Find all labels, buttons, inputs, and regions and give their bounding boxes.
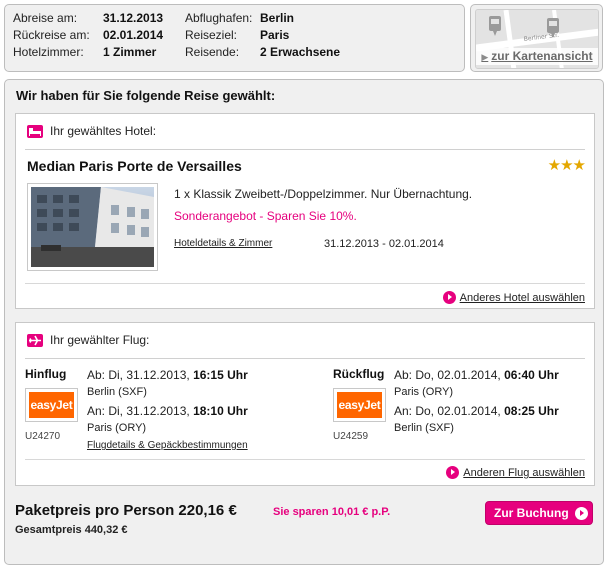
flight-section-title: Ihr gewählter Flug: bbox=[50, 333, 150, 347]
easyjet-logo: easyJet bbox=[337, 392, 382, 418]
airline-logo: easyJet bbox=[333, 388, 386, 422]
outbound-label: Hinflug bbox=[25, 367, 67, 381]
book-button[interactable]: Zur Buchung bbox=[485, 501, 593, 525]
hotel-photo[interactable] bbox=[27, 183, 158, 271]
flight-number: U24270 bbox=[25, 431, 61, 442]
departure-value: 31.12.2013 bbox=[103, 11, 164, 25]
inbound-label: Rückflug bbox=[333, 367, 385, 381]
bed-icon bbox=[27, 125, 43, 138]
divider bbox=[25, 283, 585, 284]
triangle-right-icon: ▶ bbox=[481, 52, 489, 62]
easyjet-logo: easyJet bbox=[29, 392, 74, 418]
arrow-circle-icon bbox=[574, 507, 588, 520]
hotel-details-link[interactable]: Hoteldetails & Zimmer bbox=[174, 238, 272, 249]
hotel-dates: 31.12.2013 - 02.01.2014 bbox=[324, 238, 444, 250]
rooms-value: 1 Zimmer bbox=[103, 45, 157, 59]
flight-panel-header: Ihr gewählter Flug: bbox=[25, 323, 585, 359]
special-offer: Sonderangebot - Sparen Sie 10%. bbox=[174, 209, 357, 223]
divider bbox=[25, 459, 585, 460]
airport-value: Berlin bbox=[260, 11, 295, 25]
arrival-city: Paris (ORY) bbox=[87, 422, 147, 434]
departure-line: Ab: Do, 02.01.2014, 06:40 Uhr bbox=[394, 368, 559, 382]
map-box: Berliner Str. ▶ zur Kartenansicht bbox=[470, 4, 603, 72]
room-description: 1 x Klassik Zweibett-/Doppelzimmer. Nur … bbox=[174, 187, 473, 201]
page-title: Wir haben für Sie folgende Reise gewählt… bbox=[16, 88, 276, 103]
departure-line: Ab: Di, 31.12.2013, 16:15 Uhr bbox=[87, 368, 248, 382]
arrow-circle-icon bbox=[442, 291, 456, 304]
airport-label: Abflughafen: bbox=[185, 11, 253, 25]
trip-selection-box: Wir haben für Sie folgende Reise gewählt… bbox=[4, 79, 604, 565]
airplane-icon bbox=[27, 334, 43, 347]
arrival-line: An: Di, 31.12.2013, 18:10 Uhr bbox=[87, 404, 248, 418]
airline-logo: easyJet bbox=[25, 388, 78, 422]
departure-city: Paris (ORY) bbox=[394, 386, 454, 398]
hotel-panel-header: Ihr gewähltes Hotel: bbox=[25, 114, 585, 150]
travellers-label: Reisende: bbox=[185, 45, 240, 59]
destination-label: Reiseziel: bbox=[185, 28, 238, 42]
flight-details-link[interactable]: Flugdetails & Gepäckbestimmungen bbox=[87, 440, 248, 451]
outbound-flight: Hinflug easyJet U24270 Ab: Di, 31.12.201… bbox=[25, 367, 325, 477]
hotel-image bbox=[31, 187, 154, 267]
trip-summary: Abreise am: 31.12.2013 Rückreise am: 02.… bbox=[4, 4, 465, 72]
travellers-value: 2 Erwachsene bbox=[260, 45, 341, 59]
departure-label: Abreise am: bbox=[13, 11, 78, 25]
flight-number: U24259 bbox=[333, 431, 369, 442]
change-hotel-link[interactable]: Anderes Hotel auswählen bbox=[442, 291, 585, 304]
hotel-section-title: Ihr gewähltes Hotel: bbox=[50, 124, 157, 138]
hotel-name: Median Paris Porte de Versailles bbox=[27, 158, 242, 174]
destination-value: Paris bbox=[260, 28, 290, 42]
total-price: Gesamtpreis 440,32 € bbox=[15, 524, 128, 536]
return-label: Rückreise am: bbox=[13, 28, 90, 42]
change-flight-link[interactable]: Anderen Flug auswählen bbox=[446, 466, 585, 479]
rooms-label: Hotelzimmer: bbox=[13, 45, 84, 59]
map-thumbnail[interactable]: Berliner Str. ▶ zur Kartenansicht bbox=[475, 9, 599, 69]
map-view-link[interactable]: ▶ zur Kartenansicht bbox=[476, 48, 598, 65]
return-value: 02.01.2014 bbox=[103, 28, 164, 42]
package-price: Paketpreis pro Person 220,16 € bbox=[15, 502, 237, 519]
arrival-city: Berlin (SXF) bbox=[394, 422, 454, 434]
hotel-star-rating: ★★★ bbox=[547, 157, 586, 174]
departure-city: Berlin (SXF) bbox=[87, 386, 147, 398]
arrow-circle-icon bbox=[446, 466, 460, 479]
savings-text: Sie sparen 10,01 € p.P. bbox=[273, 506, 391, 518]
hotel-panel: Ihr gewähltes Hotel: Median Paris Porte … bbox=[15, 113, 595, 309]
inbound-flight: Rückflug easyJet U24259 Ab: Do, 02.01.20… bbox=[333, 367, 591, 477]
flight-panel: Ihr gewählter Flug: Hinflug easyJet U242… bbox=[15, 322, 595, 486]
arrival-line: An: Do, 02.01.2014, 08:25 Uhr bbox=[394, 404, 559, 418]
